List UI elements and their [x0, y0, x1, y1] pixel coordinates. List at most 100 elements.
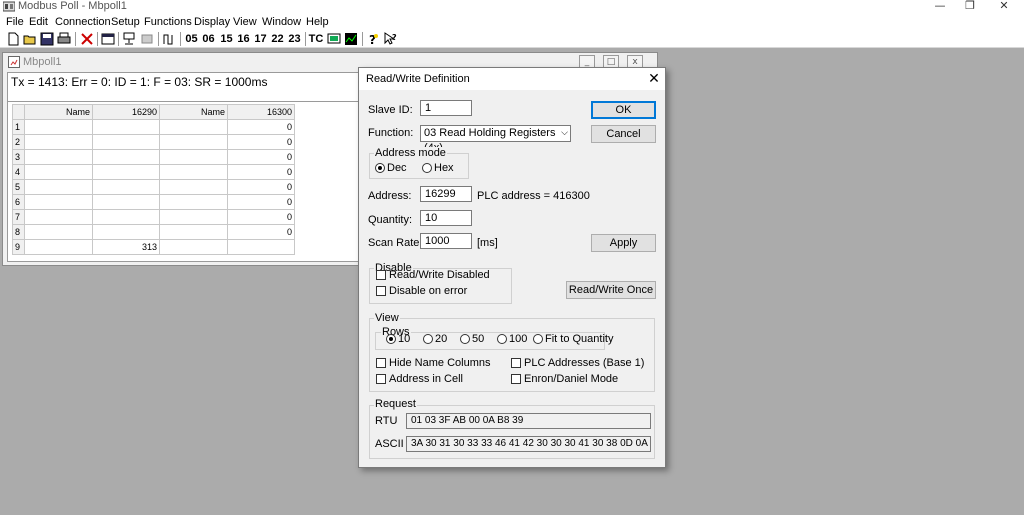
- address-in-cell-checkbox[interactable]: [376, 374, 386, 384]
- delete-icon[interactable]: [80, 32, 94, 46]
- column-header-address[interactable]: 16290: [92, 104, 160, 120]
- function-select[interactable]: 03 Read Holding Registers (4x) ⌵: [420, 125, 571, 154]
- value-cell[interactable]: [92, 194, 160, 210]
- communication-traffic-icon[interactable]: [344, 32, 358, 46]
- enron-daniel-mode-label[interactable]: Enron/Daniel Mode: [524, 373, 618, 386]
- value-cell[interactable]: [92, 149, 160, 165]
- name-cell[interactable]: [24, 239, 93, 255]
- menu-functions[interactable]: Functions: [144, 15, 192, 29]
- plc-addresses-checkbox[interactable]: [511, 358, 521, 368]
- name-cell[interactable]: [24, 209, 93, 225]
- value-cell[interactable]: [92, 209, 160, 225]
- enron-daniel-mode-checkbox[interactable]: [511, 374, 521, 384]
- name-cell[interactable]: [24, 134, 93, 150]
- disable-on-error-label[interactable]: Disable on error: [389, 285, 467, 298]
- plc-addresses-label[interactable]: PLC Addresses (Base 1): [524, 357, 644, 370]
- rows-fit-to-quantity-radio[interactable]: [533, 334, 543, 344]
- address-mode-hex-label[interactable]: Hex: [434, 162, 454, 175]
- value-cell[interactable]: [92, 119, 160, 135]
- function-06-button[interactable]: 06: [201, 31, 216, 47]
- address-input[interactable]: 16299: [420, 186, 472, 202]
- context-help-icon[interactable]: ?: [383, 32, 397, 46]
- value-cell[interactable]: 0: [227, 209, 295, 225]
- single-read-icon[interactable]: [162, 32, 176, 46]
- rows-100-radio[interactable]: [497, 334, 507, 344]
- hide-name-columns-label[interactable]: Hide Name Columns: [389, 357, 490, 370]
- dialog-close-icon[interactable]: ✕: [645, 70, 663, 88]
- value-cell[interactable]: [92, 134, 160, 150]
- function-23-button[interactable]: 23: [287, 31, 302, 47]
- value-cell[interactable]: 313: [92, 239, 160, 255]
- function-22-button[interactable]: 22: [270, 31, 285, 47]
- close-button[interactable]: ✕: [990, 0, 1018, 14]
- rows-100-label[interactable]: 100: [509, 333, 527, 346]
- name-cell[interactable]: [24, 224, 93, 240]
- print-icon[interactable]: [57, 32, 71, 46]
- menu-help[interactable]: Help: [306, 15, 329, 29]
- value-cell[interactable]: [92, 164, 160, 180]
- value-cell[interactable]: 0: [227, 194, 295, 210]
- column-header-name[interactable]: Name: [159, 104, 228, 120]
- name-cell[interactable]: [159, 224, 228, 240]
- column-header-name[interactable]: Name: [24, 104, 93, 120]
- restore-button[interactable]: ❐: [956, 0, 984, 14]
- quantity-input[interactable]: 10: [420, 210, 472, 226]
- menu-setup[interactable]: Setup: [111, 15, 140, 29]
- address-in-cell-label[interactable]: Address in Cell: [389, 373, 463, 386]
- value-cell[interactable]: [227, 239, 295, 255]
- column-header-address[interactable]: 16300: [227, 104, 295, 120]
- value-cell[interactable]: [92, 224, 160, 240]
- address-mode-dec-radio[interactable]: [375, 163, 385, 173]
- value-cell[interactable]: 0: [227, 119, 295, 135]
- name-cell[interactable]: [159, 239, 228, 255]
- name-cell[interactable]: [159, 119, 228, 135]
- menu-file[interactable]: File: [6, 15, 24, 29]
- rows-50-label[interactable]: 50: [472, 333, 484, 346]
- rows-20-label[interactable]: 20: [435, 333, 447, 346]
- value-cell[interactable]: 0: [227, 224, 295, 240]
- apply-button[interactable]: Apply: [591, 234, 656, 252]
- scan-rate-input[interactable]: 1000: [420, 233, 472, 249]
- name-cell[interactable]: [24, 164, 93, 180]
- name-cell[interactable]: [159, 194, 228, 210]
- function-16-button[interactable]: 16: [236, 31, 251, 47]
- open-folder-icon[interactable]: [23, 32, 37, 46]
- function-17-button[interactable]: 17: [253, 31, 268, 47]
- ascii-request-field[interactable]: 3A 30 31 30 33 33 46 41 42 30 30 30 41 3…: [406, 436, 651, 452]
- menu-display[interactable]: Display: [194, 15, 230, 29]
- rows-fit-to-quantity-label[interactable]: Fit to Quantity: [545, 333, 613, 346]
- rows-10-radio[interactable]: [386, 334, 396, 344]
- menu-edit[interactable]: Edit: [29, 15, 48, 29]
- rows-10-label[interactable]: 10: [398, 333, 410, 346]
- value-cell[interactable]: 0: [227, 134, 295, 150]
- function-15-button[interactable]: 15: [219, 31, 234, 47]
- disable-on-error-checkbox[interactable]: [376, 286, 386, 296]
- address-mode-hex-radio[interactable]: [422, 163, 432, 173]
- value-cell[interactable]: [92, 179, 160, 195]
- hide-name-columns-checkbox[interactable]: [376, 358, 386, 368]
- tc-button[interactable]: TC: [308, 31, 324, 47]
- name-cell[interactable]: [159, 209, 228, 225]
- value-cell[interactable]: 0: [227, 164, 295, 180]
- window-icon[interactable]: [101, 32, 115, 46]
- name-cell[interactable]: [159, 179, 228, 195]
- value-cell[interactable]: 0: [227, 179, 295, 195]
- ok-button[interactable]: OK: [591, 101, 656, 119]
- disconnect-icon[interactable]: [140, 32, 154, 46]
- name-cell[interactable]: [24, 179, 93, 195]
- help-icon[interactable]: ?: [366, 32, 380, 46]
- read-write-once-button[interactable]: Read/Write Once: [566, 281, 656, 299]
- name-cell[interactable]: [159, 149, 228, 165]
- read-write-disabled-label[interactable]: Read/Write Disabled: [389, 269, 490, 282]
- rows-20-radio[interactable]: [423, 334, 433, 344]
- rtu-request-field[interactable]: 01 03 3F AB 00 0A B8 39: [406, 413, 651, 429]
- minimize-button[interactable]: —: [926, 0, 954, 14]
- connect-icon[interactable]: [122, 32, 136, 46]
- slave-id-input[interactable]: 1: [420, 100, 472, 116]
- rows-50-radio[interactable]: [460, 334, 470, 344]
- name-cell[interactable]: [24, 149, 93, 165]
- monitor-icon[interactable]: [327, 32, 341, 46]
- name-cell[interactable]: [159, 134, 228, 150]
- read-write-disabled-checkbox[interactable]: [376, 270, 386, 280]
- menu-connection[interactable]: Connection: [55, 15, 111, 29]
